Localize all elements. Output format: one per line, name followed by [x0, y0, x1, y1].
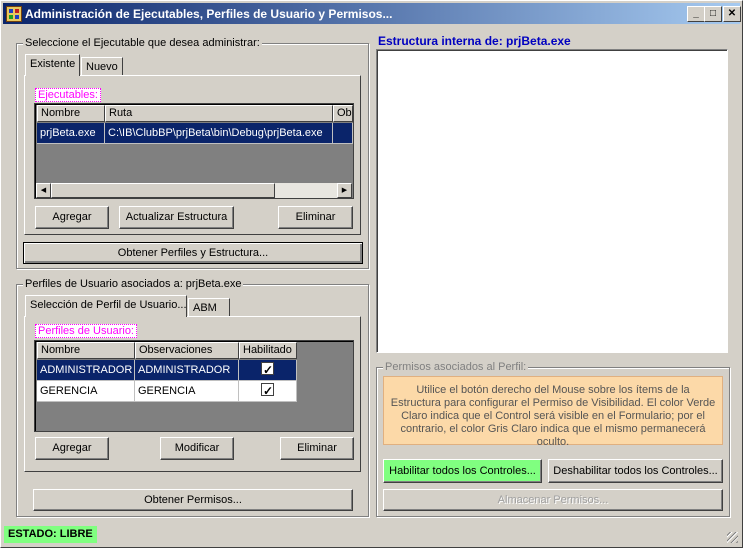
permissions-group-title: Permisos asociados al Perfil:: [383, 361, 529, 373]
app-icon: [6, 6, 22, 22]
get-permissions-button[interactable]: Obtener Permisos...: [33, 489, 353, 511]
scroll-thumb[interactable]: [51, 183, 275, 198]
tab-abm[interactable]: ABM: [188, 298, 230, 316]
tab-seleccion-perfil[interactable]: Selección de Perfil de Usuario...: [25, 295, 187, 317]
habilitado-checkbox[interactable]: [261, 360, 274, 380]
enable-all-controls-button[interactable]: Habilitar todos los Controles...: [383, 459, 542, 483]
resize-grip-icon[interactable]: [727, 532, 738, 543]
column-header-habilitado[interactable]: Habilitado: [239, 342, 297, 359]
table-cell-observaciones[interactable]: GERENCIA: [135, 381, 239, 402]
table-cell-nombre[interactable]: ADMINISTRADOR: [37, 360, 135, 381]
column-header-nombre[interactable]: Nombre: [37, 342, 135, 359]
habilitado-checkbox[interactable]: [261, 381, 274, 401]
modify-profile-button[interactable]: Modificar: [160, 437, 234, 460]
table-cell-nombre[interactable]: GERENCIA: [37, 381, 135, 402]
profiles-list-label: Perfiles de Usuario:: [35, 324, 137, 338]
scroll-left-button[interactable]: ◀: [36, 183, 51, 198]
window-title: Administración de Ejecutables, Perfiles …: [25, 7, 393, 21]
scroll-right-button[interactable]: ▶: [337, 183, 352, 198]
column-header-nombre[interactable]: Nombre: [37, 105, 105, 122]
profiles-grid[interactable]: Nombre Observaciones Habilitado ADMINIST…: [34, 340, 354, 432]
profiles-group-title: Perfiles de Usuario asociados a: prjBeta…: [23, 278, 244, 290]
minimize-button[interactable]: _: [687, 6, 705, 22]
main-window: Administración de Ejecutables, Perfiles …: [0, 0, 743, 548]
update-structure-button[interactable]: Actualizar Estructura: [119, 206, 234, 229]
executables-group-title: Seleccione el Ejecutable que desea admin…: [23, 37, 262, 49]
add-profile-button[interactable]: Agregar: [35, 437, 109, 460]
permissions-info-text: Utilice el botón derecho del Mouse sobre…: [383, 376, 723, 448]
column-header-ruta[interactable]: Ruta: [105, 105, 333, 122]
structure-tree[interactable]: [376, 49, 728, 353]
disable-all-controls-button[interactable]: Deshabilitar todos los Controles...: [548, 459, 723, 483]
column-header-observaciones[interactable]: Observaciones: [135, 342, 239, 359]
column-header-observaciones[interactable]: Ob: [333, 105, 353, 122]
executables-hscrollbar[interactable]: ◀ ▶: [36, 183, 352, 198]
save-permissions-button[interactable]: Almacenar Permisos...: [383, 489, 723, 511]
get-profiles-structure-button[interactable]: Obtener Perfiles y Estructura...: [23, 242, 363, 264]
delete-executable-button[interactable]: Eliminar: [278, 206, 353, 229]
add-executable-button[interactable]: Agregar: [35, 206, 109, 229]
status-label: ESTADO: LIBRE: [4, 526, 97, 543]
table-cell-habilitado[interactable]: [239, 360, 297, 381]
table-cell-ruta[interactable]: C:\IB\ClubBP\prjBeta\bin\Debug\prjBeta.e…: [105, 123, 333, 144]
maximize-button[interactable]: □: [704, 6, 722, 22]
structure-title: Estructura interna de: prjBeta.exe: [378, 34, 571, 48]
tab-nuevo[interactable]: Nuevo: [81, 57, 123, 75]
tab-existente[interactable]: Existente: [25, 54, 80, 76]
executables-grid[interactable]: Nombre Ruta Ob prjBeta.exe C:\IB\ClubBP\…: [34, 103, 354, 199]
table-cell-observaciones[interactable]: ADMINISTRADOR: [135, 360, 239, 381]
table-cell-habilitado[interactable]: [239, 381, 297, 402]
table-cell-observaciones[interactable]: [333, 123, 353, 144]
executables-list-label: Ejecutables:: [35, 88, 101, 102]
table-cell-nombre[interactable]: prjBeta.exe: [37, 123, 105, 144]
title-bar[interactable]: Administración de Ejecutables, Perfiles …: [3, 3, 741, 24]
close-button[interactable]: ✕: [723, 6, 741, 22]
delete-profile-button[interactable]: Eliminar: [280, 437, 354, 460]
